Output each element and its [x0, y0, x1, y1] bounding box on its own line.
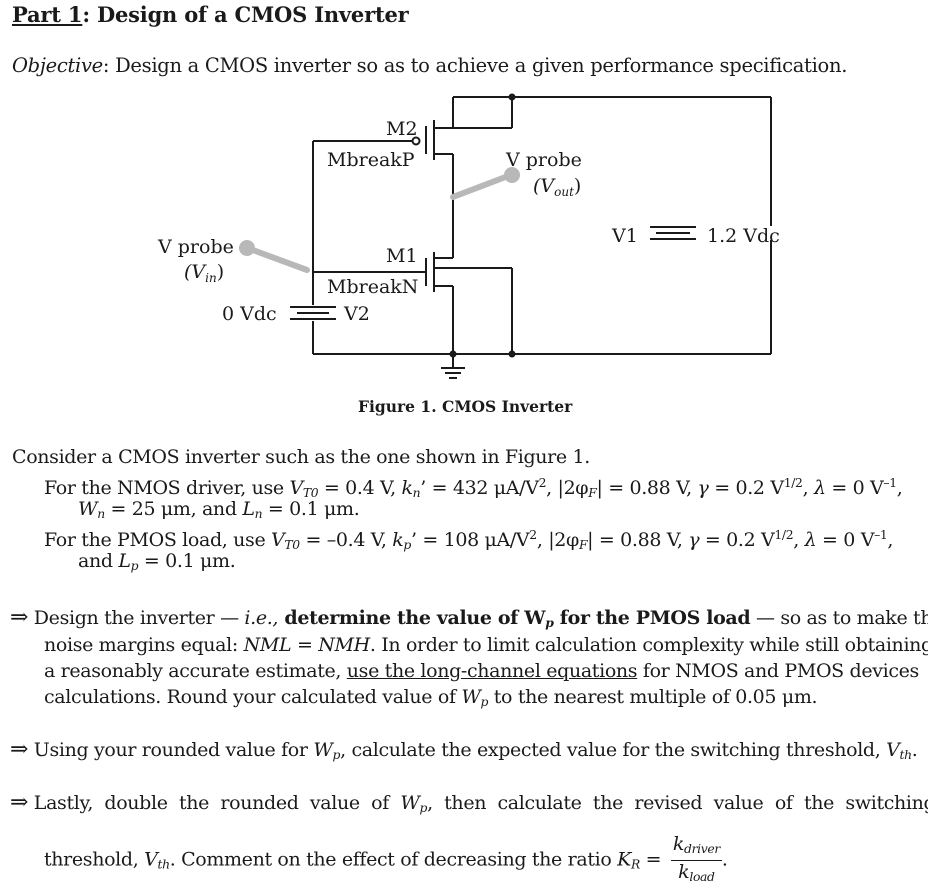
- page-title: Part 1: Design of a CMOS Inverter: [12, 2, 409, 27]
- label-mbreakn: MbreakN: [327, 276, 418, 298]
- objective: Objective: Design a CMOS inverter so as …: [12, 54, 847, 77]
- label-v2-value: 0 Vdc: [222, 303, 277, 325]
- task-1-line-3: a reasonably accurate estimate, use the …: [44, 660, 919, 682]
- label-vprobe-out: V probe: [505, 149, 582, 171]
- label-vin: (Vin): [184, 261, 224, 285]
- junction-top: [508, 93, 516, 101]
- task-1-line-4: calculations. Round your calculated valu…: [44, 686, 818, 710]
- junction-ground: [449, 350, 457, 358]
- arrow-icon: ⇒: [10, 605, 29, 630]
- cmos-inverter-schematic: M2 MbreakP M1 MbreakN V probe (Vout) V p…: [157, 93, 780, 379]
- task-1-line-2: noise margins equal: NML = NMH. In order…: [44, 634, 928, 656]
- label-vout: (Vout): [533, 175, 581, 199]
- label-m1: M1: [386, 245, 418, 267]
- arrow-icon: ⇒: [10, 790, 29, 815]
- junction-bottom-right: [508, 350, 516, 358]
- label-v1: V1: [611, 225, 638, 247]
- probe-out-stem: [450, 173, 511, 200]
- label-v1-value: 1.2 Vdc: [707, 225, 780, 247]
- task-3-line-2: threshold, Vth. Comment on the effect of…: [44, 833, 728, 888]
- task-3-line-1: ⇒ Lastly, double the rounded value of Wp…: [10, 790, 928, 816]
- label-m2: M2: [386, 118, 418, 140]
- intro-text: Consider a CMOS inverter such as the one…: [12, 446, 590, 468]
- label-v2: V2: [343, 303, 370, 325]
- part-label: Part 1: [12, 2, 83, 27]
- task-2: ⇒ Using your rounded value for Wp, calcu…: [10, 737, 918, 763]
- arrow-icon: ⇒: [10, 737, 29, 762]
- kr-fraction: kdriver kload: [670, 833, 722, 885]
- figure-caption: Figure 1. CMOS Inverter: [358, 397, 573, 416]
- objective-label: Objective: [12, 54, 103, 77]
- objective-text: : Design a CMOS inverter so as to achiev…: [102, 54, 848, 77]
- probe-in-stem: [247, 246, 310, 273]
- title-text: : Design of a CMOS Inverter: [82, 2, 409, 27]
- label-mbreakp: MbreakP: [327, 149, 415, 171]
- probe-in-tip: [239, 240, 255, 256]
- label-vprobe-in: V probe: [157, 236, 234, 258]
- pmos-spec-line-2: and Lp = 0.1 μm.: [78, 550, 236, 574]
